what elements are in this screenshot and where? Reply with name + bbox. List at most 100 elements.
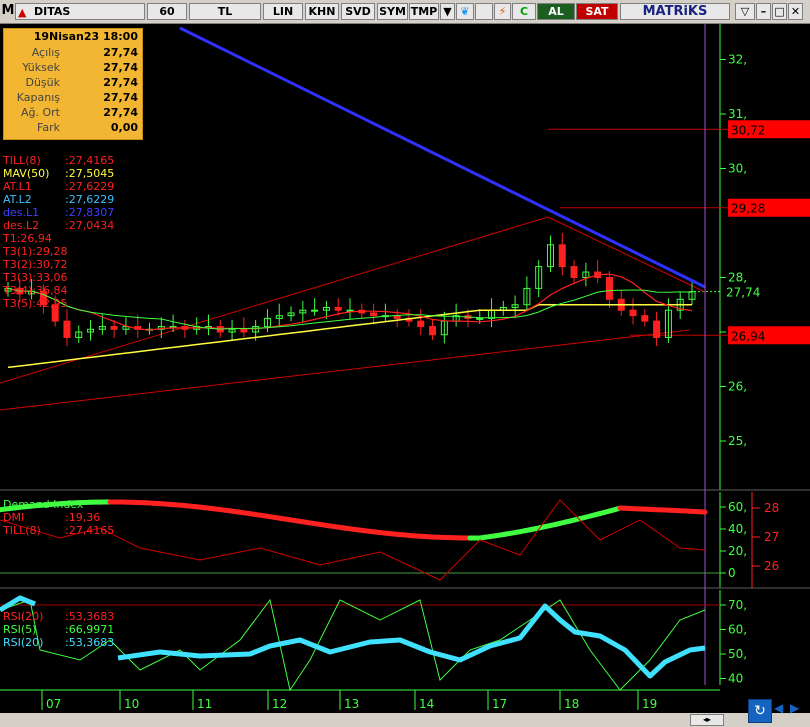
time-tick-label: 07 bbox=[46, 697, 61, 711]
legend-label: TILL(8) bbox=[3, 154, 41, 167]
candle-body bbox=[605, 277, 613, 300]
info-value: 27,74 bbox=[103, 46, 138, 59]
candle-body bbox=[629, 309, 637, 317]
nav-left-icon[interactable]: ◀ bbox=[774, 701, 786, 719]
refresh-icon[interactable]: ↻ bbox=[748, 699, 772, 723]
lightning-icon[interactable]: ⚡ bbox=[494, 3, 511, 20]
time-tick-label: 10 bbox=[124, 697, 139, 711]
info-label: Açılış bbox=[31, 46, 60, 59]
legend-label: des.L2 bbox=[3, 219, 40, 232]
time-tick-label: 18 bbox=[564, 697, 579, 711]
level-tag-label: 26,94 bbox=[731, 329, 765, 343]
sell-button[interactable]: SAT bbox=[576, 3, 618, 20]
candle-body bbox=[370, 312, 378, 317]
legend-value: :27,8307 bbox=[65, 206, 115, 219]
legend-entry: DMI:19,36 bbox=[3, 511, 100, 524]
candle-body bbox=[476, 317, 484, 320]
time-tick-label: 14 bbox=[419, 697, 434, 711]
time-tick-label: 17 bbox=[492, 697, 507, 711]
close-icon[interactable]: ✕ bbox=[788, 3, 803, 20]
price-tick-label: 28, bbox=[728, 271, 747, 285]
candle-body bbox=[653, 320, 661, 338]
bottom-bar: ◂▸ ↻ ◀ ▶ bbox=[0, 699, 810, 727]
dropdown-icon[interactable]: ▽ bbox=[735, 3, 755, 20]
dmi-tick-label: 0 bbox=[728, 566, 736, 580]
minimize-icon[interactable]: – bbox=[756, 3, 771, 20]
dmi-right-tick-label: 26 bbox=[764, 559, 779, 573]
dmi-right-tick-label: 28 bbox=[764, 501, 779, 515]
symbol-selector[interactable]: ▲ DITAS bbox=[15, 3, 145, 20]
legend-entry: T3(3):33,06 bbox=[3, 271, 68, 284]
legend-entry: MAV(50):27,5045 bbox=[3, 167, 114, 180]
candle-body bbox=[429, 326, 437, 336]
legend-entry: des.L1 :27,8307 bbox=[3, 206, 114, 219]
buy-button[interactable]: AL bbox=[537, 3, 575, 20]
dmi-tick-label: 60, bbox=[728, 500, 747, 514]
legend-label: T1:26,94 bbox=[3, 232, 52, 245]
candle-body bbox=[63, 320, 71, 338]
toolbar: M ▲ DITAS 60 TL LIN KHN SVD SYM TMP ▼ ❦ … bbox=[0, 0, 810, 24]
legend-value: :27,0434 bbox=[65, 219, 115, 232]
currency-selector[interactable]: TL bbox=[189, 3, 261, 20]
time-axis-bg bbox=[0, 685, 810, 713]
candle-body bbox=[110, 326, 118, 330]
legend-entry: T3(4):36,84 bbox=[3, 284, 68, 297]
blank-button[interactable] bbox=[475, 3, 493, 20]
current-price-label: 27,74 bbox=[726, 286, 760, 300]
period-selector[interactable]: 60 bbox=[147, 3, 187, 20]
legend-label: T3(4):36,84 bbox=[3, 284, 68, 297]
dmi-right-tick-label: 27 bbox=[764, 530, 779, 544]
legend-value: :53,3683 bbox=[65, 636, 115, 649]
legend-label: des.L1 bbox=[3, 206, 40, 219]
info-value: 27,74 bbox=[103, 106, 138, 119]
info-value: 27,74 bbox=[103, 91, 138, 104]
legend-value: :27,6229 bbox=[65, 193, 115, 206]
c-button[interactable]: C bbox=[512, 3, 536, 20]
legend-entry: T3(5):42,95 bbox=[3, 297, 68, 310]
legend-label: RSI(20) bbox=[3, 636, 44, 649]
scale-button[interactable]: LIN bbox=[263, 3, 303, 20]
legend-entry: TILL(8) :27,4165 bbox=[3, 154, 114, 167]
candle-body bbox=[334, 306, 342, 311]
scroll-handle[interactable]: ◂▸ bbox=[690, 714, 724, 726]
legend-entry: AT.L2:27,6229 bbox=[3, 193, 114, 206]
legend-label: DMI bbox=[3, 511, 25, 524]
info-date: 19Nisan23 18:00 bbox=[33, 30, 138, 43]
legend-entry: RSI(20) :53,3683 bbox=[3, 636, 114, 649]
info-label: Fark bbox=[37, 121, 60, 134]
candle-body bbox=[311, 309, 319, 312]
candle-body bbox=[417, 320, 425, 328]
twitter-icon[interactable]: ❦ bbox=[456, 3, 474, 20]
legend-label: TILL(8) bbox=[3, 524, 41, 537]
tmp-button[interactable]: TMP bbox=[409, 3, 439, 20]
candle-body bbox=[641, 315, 649, 322]
legend-value: :27,4165 bbox=[65, 154, 115, 167]
legend-value: :66,9971 bbox=[65, 623, 115, 636]
legend-value: :27,4165 bbox=[65, 524, 115, 537]
legend-value: :27,5045 bbox=[65, 167, 115, 180]
legend-entry: TILL(8) :27,4165 bbox=[3, 524, 114, 537]
legend-entry: AT.L1:27,6229 bbox=[3, 180, 114, 193]
level-tag-label: 30,72 bbox=[731, 123, 765, 137]
legend-entry: T1:26,94 bbox=[3, 232, 52, 245]
khn-button[interactable]: KHN bbox=[305, 3, 339, 20]
sym-button[interactable]: SYM bbox=[377, 3, 408, 20]
dropdown-arrow-icon[interactable]: ▼ bbox=[440, 3, 455, 20]
svd-button[interactable]: SVD bbox=[341, 3, 375, 20]
maximize-icon[interactable]: □ bbox=[772, 3, 787, 20]
candle-body bbox=[558, 244, 566, 268]
legend-label: RSI(20) bbox=[3, 610, 44, 623]
rsi-tick-label: 50, bbox=[728, 647, 747, 661]
legend-entry: T3(2):30,72 bbox=[3, 258, 68, 271]
price-tick-label: 25, bbox=[728, 434, 747, 448]
info-value: 27,74 bbox=[103, 76, 138, 89]
legend-entry: Demand Index bbox=[3, 498, 83, 511]
info-label: Kapanış bbox=[16, 91, 60, 104]
nav-right-icon[interactable]: ▶ bbox=[790, 701, 802, 719]
info-label: Yüksek bbox=[22, 61, 60, 74]
matriks-logo-button[interactable]: M bbox=[1, 3, 15, 20]
legend-entry: RSI(5):66,9971 bbox=[3, 623, 114, 636]
price-tick-label: 26, bbox=[728, 380, 747, 394]
legend-entry: RSI(20):53,3683 bbox=[3, 610, 114, 623]
legend-label: Demand Index bbox=[3, 498, 84, 511]
